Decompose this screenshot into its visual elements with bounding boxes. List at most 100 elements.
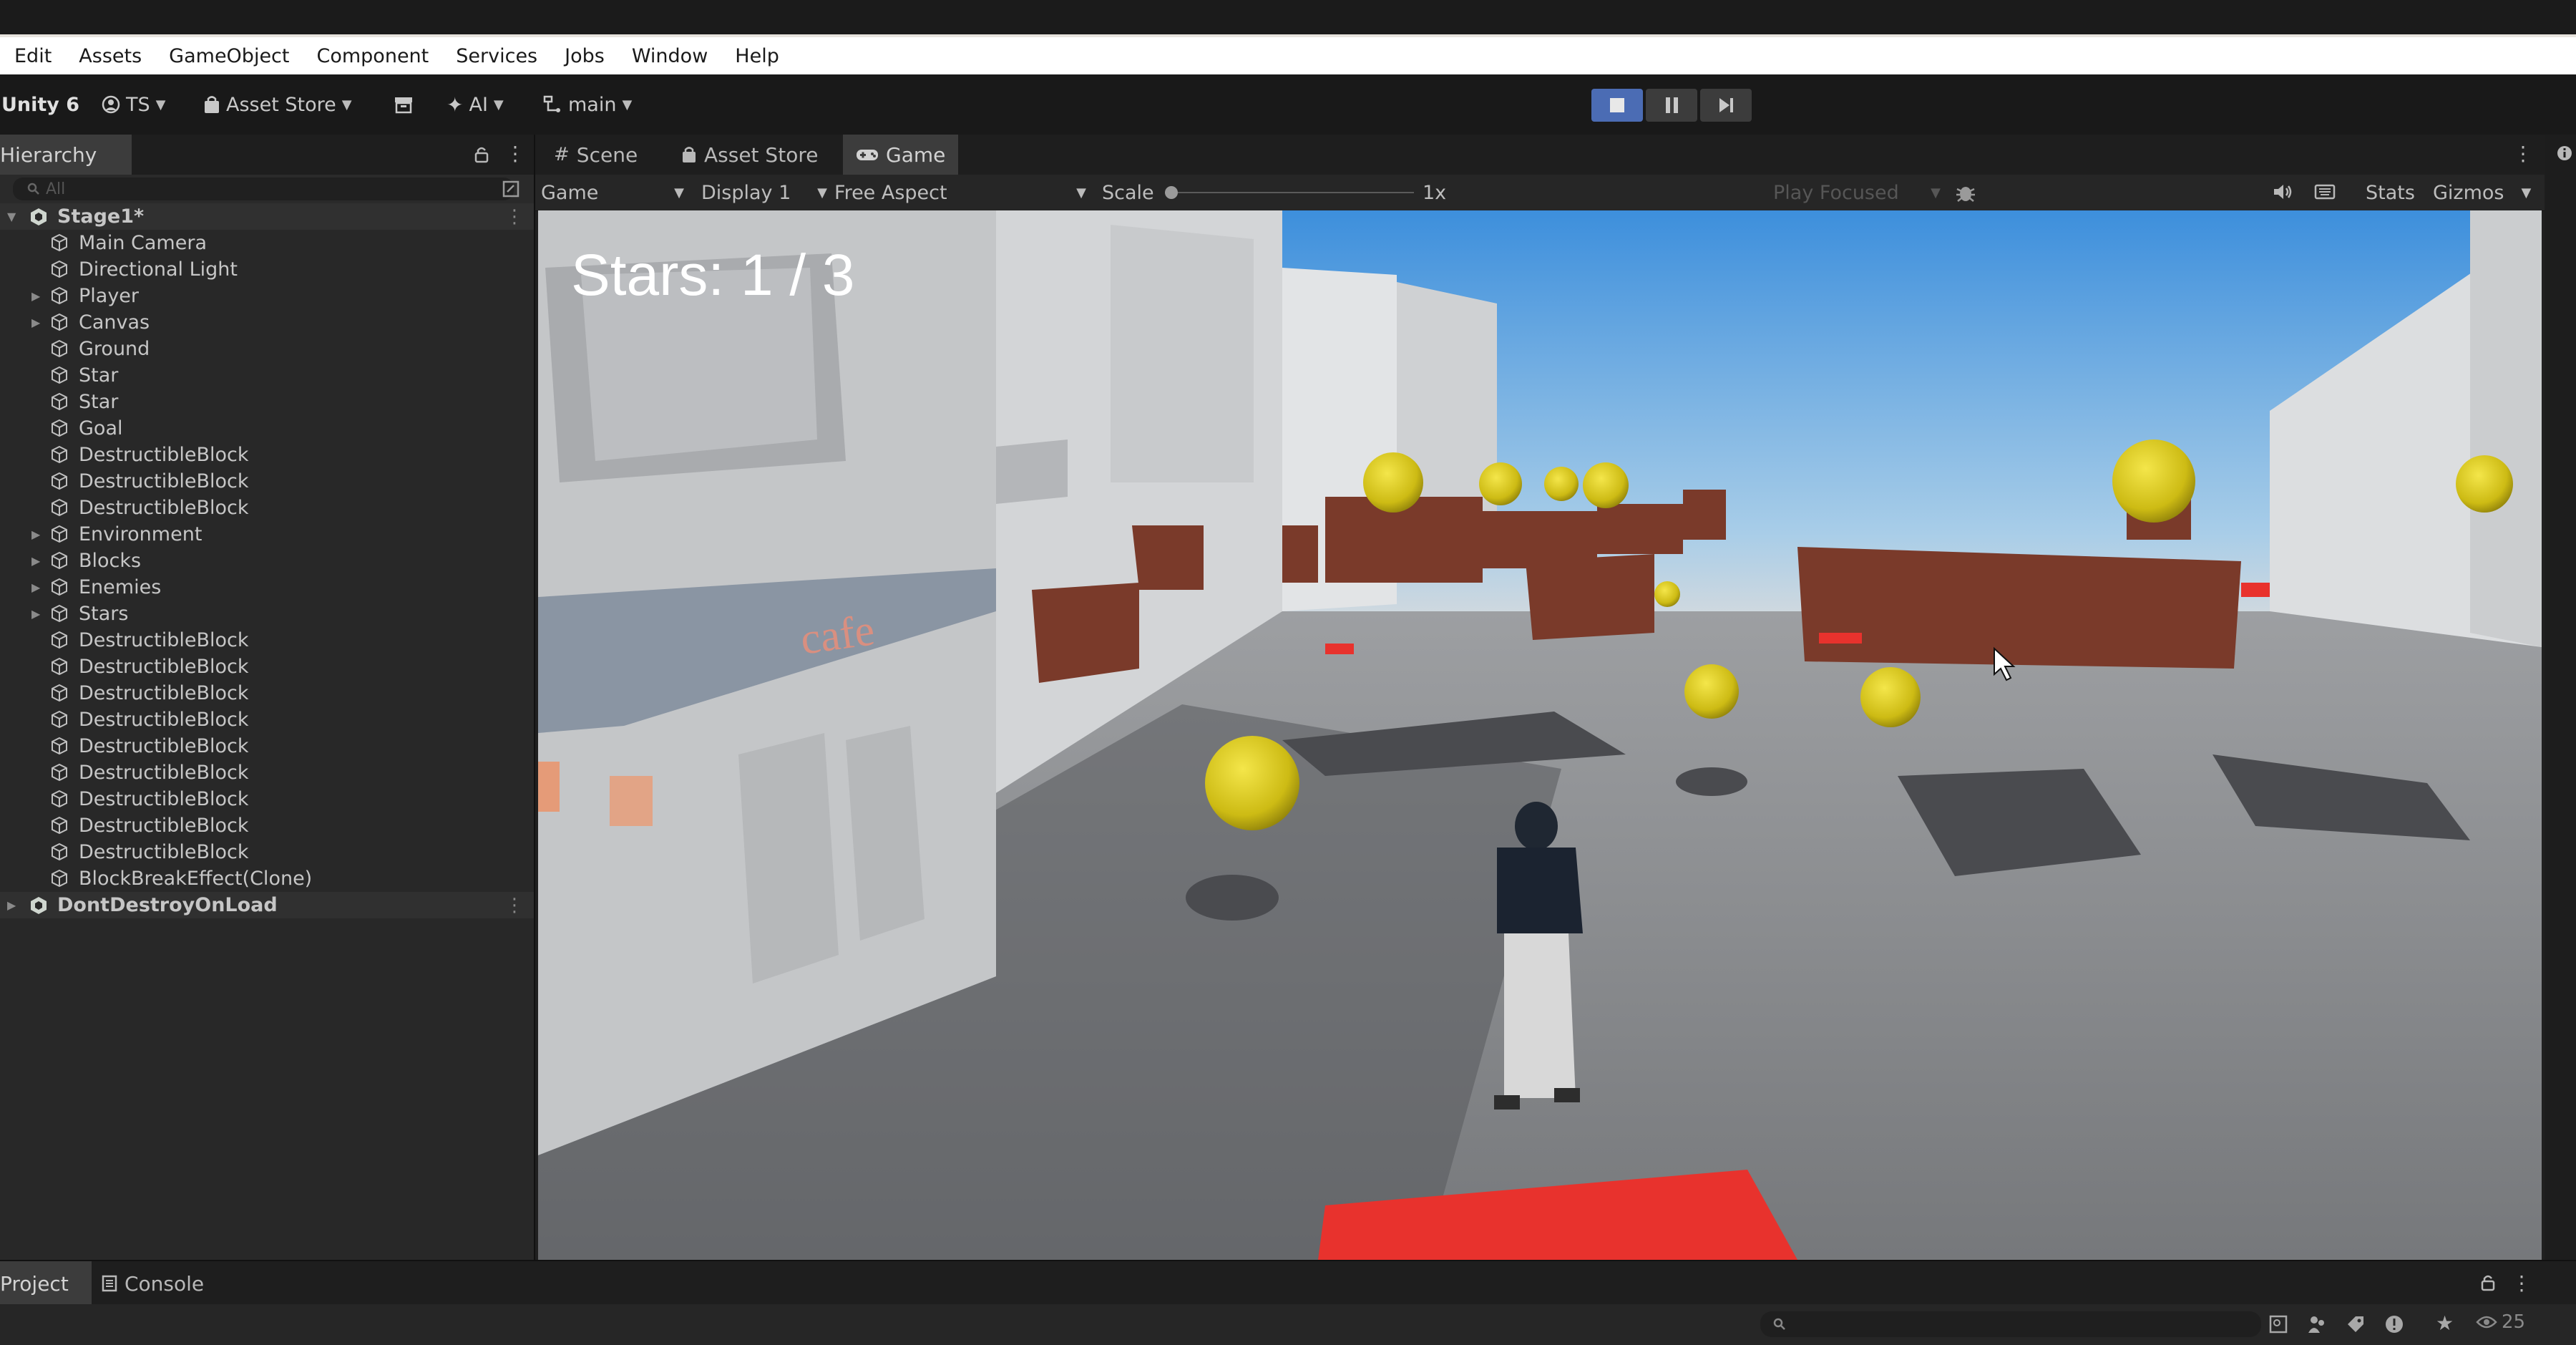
hierarchy-item[interactable]: DestructibleBlock [0, 442, 534, 468]
hierarchy-item[interactable]: Directional Light [0, 256, 534, 283]
step-button[interactable] [1700, 89, 1752, 122]
menu-edit[interactable]: Edit [14, 45, 52, 67]
gamepad-icon [857, 150, 878, 160]
game-viewport[interactable]: cafe Stars: 1 / 3 [538, 210, 2542, 1260]
star-favorite-icon[interactable]: ★ [2436, 1311, 2454, 1335]
hierarchy-item[interactable]: ▶ Canvas [0, 309, 534, 336]
chevron-down-icon: ▼ [2521, 185, 2532, 200]
hierarchy-item[interactable]: Main Camera [0, 230, 534, 256]
gizmos-dropdown[interactable]: Gizmos ▼ [2433, 180, 2531, 205]
lock-icon[interactable] [474, 146, 489, 163]
tab-console[interactable]: Console [89, 1261, 217, 1306]
hierarchy-item[interactable]: DestructibleBlock [0, 495, 534, 521]
tab-hierarchy[interactable]: Hierarchy [0, 135, 132, 175]
warning-icon[interactable] [2384, 1314, 2404, 1334]
gameobject-cube-icon [50, 843, 69, 866]
hierarchy-item[interactable]: DestructibleBlock [0, 707, 534, 733]
pause-button[interactable] [1646, 89, 1697, 122]
chevron-down-icon: ▼ [817, 185, 827, 200]
game-mode-dropdown[interactable]: Game ▼ [541, 180, 684, 205]
visibility-counter[interactable]: 25 [2476, 1311, 2525, 1333]
expand-arrow-icon[interactable]: ▶ [31, 289, 40, 303]
hierarchy-item[interactable]: DestructibleBlock [0, 654, 534, 680]
cafe-sign: cafe [797, 606, 877, 664]
filter-icon[interactable] [502, 180, 519, 198]
tab-game[interactable]: Game [843, 135, 959, 175]
hierarchy-item[interactable]: DestructibleBlock [0, 468, 534, 495]
people-icon[interactable] [2307, 1314, 2327, 1334]
hierarchy-scene-dontdestroyonload[interactable]: ▶ DontDestroyOnLoad ⋮ [0, 892, 534, 918]
more-options-icon[interactable]: ⋮ [2512, 1271, 2532, 1295]
lock-icon[interactable] [2480, 1274, 2496, 1291]
gameobject-cube-icon [50, 604, 69, 628]
package-button[interactable] [394, 90, 414, 119]
game-view-toolbar: Game ▼ Display 1 ▼ Free Aspect ▼ Scale 1… [535, 175, 2545, 211]
account-dropdown[interactable]: TS ▼ [102, 90, 165, 119]
asset-store-dropdown[interactable]: Asset Store ▼ [203, 90, 352, 119]
menu-assets[interactable]: Assets [79, 45, 142, 67]
hierarchy-item[interactable]: Star [0, 362, 534, 389]
game-mode-label: Game [541, 181, 599, 204]
more-options-icon[interactable]: ⋮ [505, 895, 524, 916]
expand-arrow-icon[interactable]: ▶ [31, 554, 40, 568]
menu-component[interactable]: Component [317, 45, 429, 67]
hierarchy-item[interactable]: DestructibleBlock [0, 680, 534, 707]
expand-arrow-icon[interactable]: ▶ [31, 316, 40, 329]
collapse-arrow-icon[interactable]: ▼ [7, 210, 16, 223]
tab-game-label: Game [886, 142, 946, 167]
search-by-type-icon[interactable] [2268, 1314, 2288, 1334]
menu-jobs[interactable]: Jobs [565, 45, 605, 67]
menu-window[interactable]: Window [632, 45, 708, 67]
more-options-icon[interactable]: ⋮ [505, 142, 525, 165]
expand-arrow-icon[interactable]: ▶ [7, 898, 16, 912]
more-options-icon[interactable]: ⋮ [2513, 142, 2533, 165]
menu-help[interactable]: Help [735, 45, 779, 67]
scale-slider-thumb[interactable] [1165, 186, 1178, 199]
console-icon [102, 1275, 117, 1292]
aspect-dropdown[interactable]: Free Aspect ▼ [834, 180, 1086, 205]
hierarchy-item[interactable]: Ground [0, 336, 534, 362]
expand-arrow-icon[interactable]: ▶ [31, 607, 40, 621]
hierarchy-item[interactable]: ▶ Enemies [0, 574, 534, 601]
display-dropdown[interactable]: Display 1 ▼ [701, 180, 827, 205]
project-search-input[interactable] [1760, 1311, 2261, 1337]
hierarchy-item[interactable]: DestructibleBlock [0, 812, 534, 839]
hierarchy-item-label: Stage1* [57, 205, 145, 228]
info-icon[interactable] [2556, 145, 2573, 162]
bug-icon[interactable] [1955, 182, 1976, 203]
tag-icon[interactable] [2346, 1314, 2366, 1334]
hierarchy-item[interactable]: DestructibleBlock [0, 733, 534, 759]
expand-arrow-icon[interactable]: ▶ [31, 528, 40, 541]
hierarchy-item[interactable]: DestructibleBlock [0, 786, 534, 812]
hierarchy-scene-stage1[interactable]: ▼ Stage1* ⋮ [0, 203, 534, 230]
hierarchy-item-label: DestructibleBlock [79, 709, 249, 731]
hierarchy-item[interactable]: ▶ Stars [0, 601, 534, 627]
play-focused-dropdown[interactable]: Play Focused ▼ [1773, 180, 1941, 205]
more-options-icon[interactable]: ⋮ [505, 206, 524, 228]
hierarchy-search-input[interactable]: All [13, 178, 514, 200]
hierarchy-item[interactable]: Goal [0, 415, 534, 442]
hierarchy-item-label: DestructibleBlock [79, 497, 249, 519]
play-button[interactable] [1591, 89, 1643, 122]
menu-gameobject[interactable]: GameObject [169, 45, 289, 67]
hierarchy-item[interactable]: Star [0, 389, 534, 415]
tab-project[interactable]: Project [0, 1261, 92, 1306]
tab-asset-store[interactable]: Asset Store [668, 135, 831, 175]
hierarchy-item[interactable]: DestructibleBlock [0, 839, 534, 865]
hierarchy-item[interactable]: BlockBreakEffect(Clone) [0, 865, 534, 892]
hierarchy-item[interactable]: DestructibleBlock [0, 627, 534, 654]
hierarchy-item[interactable]: ▶ Blocks [0, 548, 534, 574]
ai-dropdown[interactable]: ✦ AI ▼ [447, 90, 504, 119]
tab-project-label: Project [0, 1271, 69, 1296]
expand-arrow-icon[interactable]: ▶ [31, 581, 40, 594]
tab-scene[interactable]: # Scene [541, 135, 650, 175]
keyboard-icon[interactable] [2314, 182, 2336, 202]
hierarchy-item[interactable]: DestructibleBlock [0, 759, 534, 786]
hierarchy-item[interactable]: ▶ Environment [0, 521, 534, 548]
scale-slider[interactable] [1165, 186, 1414, 199]
version-control-branch-dropdown[interactable]: main ▼ [541, 90, 632, 119]
stats-button[interactable]: Stats [2366, 180, 2415, 205]
audio-icon[interactable] [2273, 182, 2294, 202]
menu-services[interactable]: Services [456, 45, 537, 67]
hierarchy-item[interactable]: ▶ Player [0, 283, 534, 309]
